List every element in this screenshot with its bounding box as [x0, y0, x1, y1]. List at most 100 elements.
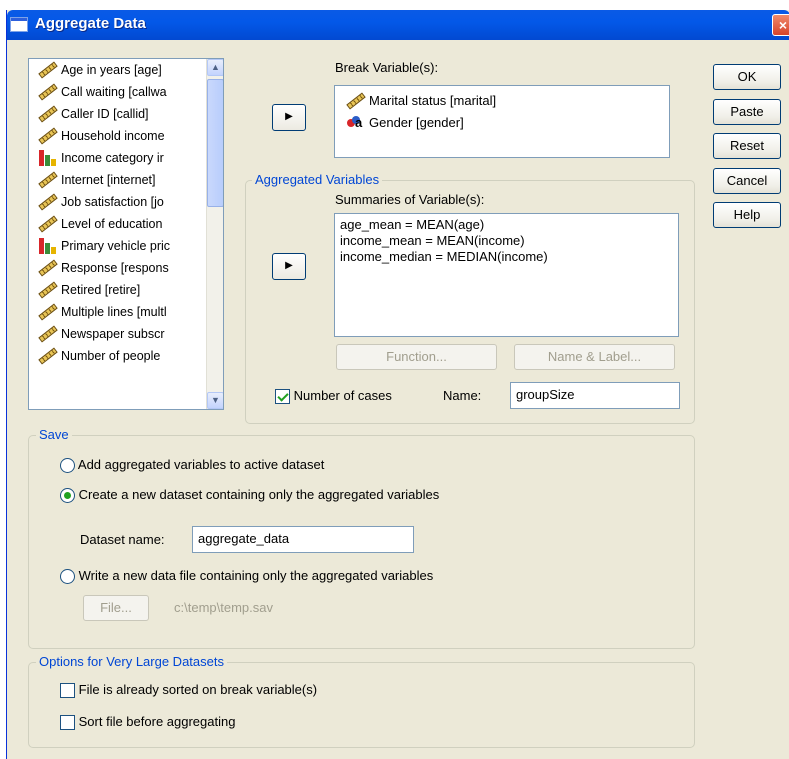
write-new-file-radio[interactable] [60, 569, 75, 585]
options-title: Options for Very Large Datasets [36, 654, 227, 669]
list-item[interactable]: Internet [internet] [29, 169, 223, 191]
summaries-list[interactable]: age_mean = MEAN(age) income_mean = MEAN(i… [334, 213, 679, 337]
scale-icon [38, 347, 58, 365]
break-variable-label: Gender [gender] [369, 115, 464, 130]
move-to-break-button[interactable]: ▶ [272, 104, 306, 131]
break-variable-item[interactable]: Marital status [marital] [335, 90, 669, 112]
letter-a-glyph: a [355, 115, 363, 130]
add-to-active-label: Add aggregated variables to active datas… [77, 457, 325, 472]
list-item-label: Household income [61, 129, 165, 143]
aggregate-data-dialog: Aggregate Data × Age in years [age] Call … [6, 10, 789, 759]
number-of-cases-checkbox[interactable] [275, 389, 290, 405]
window-title: Aggregate Data [35, 15, 146, 32]
dataset-name-input[interactable]: aggregate_data [192, 526, 414, 553]
paste-button[interactable]: Paste [713, 99, 781, 125]
break-variable-label: Marital status [marital] [369, 93, 497, 108]
sort-before-label: Sort file before aggregating [78, 714, 236, 729]
list-item-label: Level of education [61, 217, 163, 231]
list-item-label: Caller ID [callid] [61, 107, 149, 121]
list-item-label: Newspaper subscr [61, 327, 165, 341]
ordinal-bar-icon [39, 238, 59, 254]
help-button[interactable]: Help [713, 202, 781, 228]
group-size-name-input[interactable]: groupSize [510, 382, 680, 409]
title-bar[interactable]: Aggregate Data × [7, 10, 789, 40]
ok-button[interactable]: OK [713, 64, 781, 90]
create-new-dataset-radio[interactable] [60, 488, 75, 504]
list-item-label: Age in years [age] [61, 63, 162, 77]
bar-segment [39, 238, 44, 254]
source-list-scrollbar[interactable]: ▲ ▼ [206, 59, 223, 409]
summary-item[interactable]: income_median = MEDIAN(income) [335, 249, 678, 265]
list-item[interactable]: Number of people [29, 345, 223, 367]
break-variable-item[interactable]: a Gender [gender] [335, 112, 669, 134]
list-item[interactable]: Response [respons [29, 257, 223, 279]
scroll-down-arrow-icon[interactable]: ▼ [207, 392, 223, 409]
list-item-label: Multiple lines [multl [61, 305, 167, 319]
already-sorted-label: File is already sorted on break variable… [78, 682, 318, 697]
list-item[interactable]: Primary vehicle pric [29, 235, 223, 257]
list-item[interactable]: Multiple lines [multl [29, 301, 223, 323]
window-icon [10, 17, 28, 32]
list-item[interactable]: Newspaper subscr [29, 323, 223, 345]
scale-icon [38, 325, 58, 343]
add-to-active-radio[interactable] [60, 458, 75, 474]
summary-item[interactable]: age_mean = MEAN(age) [335, 217, 678, 233]
name-and-label-button[interactable]: Name & Label... [514, 344, 675, 370]
list-item-label: Income category ir [61, 151, 164, 165]
break-variable-list[interactable]: Marital status [marital] a Gender [gender] [334, 85, 670, 158]
list-item[interactable]: Level of education [29, 213, 223, 235]
options-group [28, 662, 695, 748]
sort-before-checkbox[interactable] [60, 715, 75, 731]
scroll-thumb[interactable] [207, 79, 223, 207]
list-item-label: Internet [internet] [61, 173, 156, 187]
create-new-dataset-label: Create a new dataset containing only the… [78, 487, 440, 502]
list-item[interactable]: Retired [retire] [29, 279, 223, 301]
scroll-up-arrow-icon[interactable]: ▲ [207, 59, 223, 76]
cancel-button[interactable]: Cancel [713, 168, 781, 194]
close-button[interactable]: × [772, 14, 789, 36]
list-item-label: Response [respons [61, 261, 169, 275]
list-item-label: Call waiting [callwa [61, 85, 167, 99]
scale-icon [38, 171, 58, 189]
file-button[interactable]: File... [83, 595, 149, 621]
source-variable-list[interactable]: Age in years [age] Call waiting [callwa Ca… [28, 58, 224, 410]
bar-segment [39, 150, 44, 166]
list-item-label: Number of people [61, 349, 161, 363]
file-path: c:\temp\temp.sav [174, 600, 273, 615]
move-to-summaries-button[interactable]: ▶ [272, 253, 306, 280]
sort-before-row: Sort file before aggregating [60, 714, 236, 731]
ordinal-bar-icon [39, 150, 59, 166]
number-of-cases-label: Number of cases [293, 388, 392, 403]
right-arrow-icon: ▶ [285, 260, 293, 271]
scale-icon [38, 259, 58, 277]
scale-icon [346, 92, 366, 110]
reset-button[interactable]: Reset [713, 133, 781, 159]
list-item[interactable]: Age in years [age] [29, 59, 223, 81]
right-arrow-icon: ▶ [285, 111, 293, 122]
scale-icon [38, 83, 58, 101]
save-create-option: Create a new dataset containing only the… [60, 487, 440, 504]
summaries-label: Summaries of Variable(s): [335, 192, 485, 207]
scale-icon [38, 127, 58, 145]
list-item-label: Job satisfaction [jo [61, 195, 164, 209]
save-title: Save [36, 427, 72, 442]
function-button[interactable]: Function... [336, 344, 497, 370]
bar-segment [51, 159, 56, 166]
list-item[interactable]: Income category ir [29, 147, 223, 169]
already-sorted-checkbox[interactable] [60, 683, 75, 699]
list-item[interactable]: Caller ID [callid] [29, 103, 223, 125]
list-item-label: Primary vehicle pric [61, 239, 171, 253]
list-item[interactable]: Job satisfaction [jo [29, 191, 223, 213]
scale-icon [38, 193, 58, 211]
summary-item[interactable]: income_mean = MEAN(income) [335, 233, 678, 249]
bar-segment [45, 243, 50, 254]
already-sorted-row: File is already sorted on break variable… [60, 682, 318, 699]
list-item[interactable]: Call waiting [callwa [29, 81, 223, 103]
aggregated-variables-title: Aggregated Variables [252, 172, 383, 187]
scale-icon [38, 303, 58, 321]
nominal-string-icon: a [347, 116, 365, 130]
save-write-option: Write a new data file containing only th… [60, 568, 433, 585]
bar-segment [45, 155, 50, 166]
scale-icon [38, 215, 58, 233]
list-item[interactable]: Household income [29, 125, 223, 147]
